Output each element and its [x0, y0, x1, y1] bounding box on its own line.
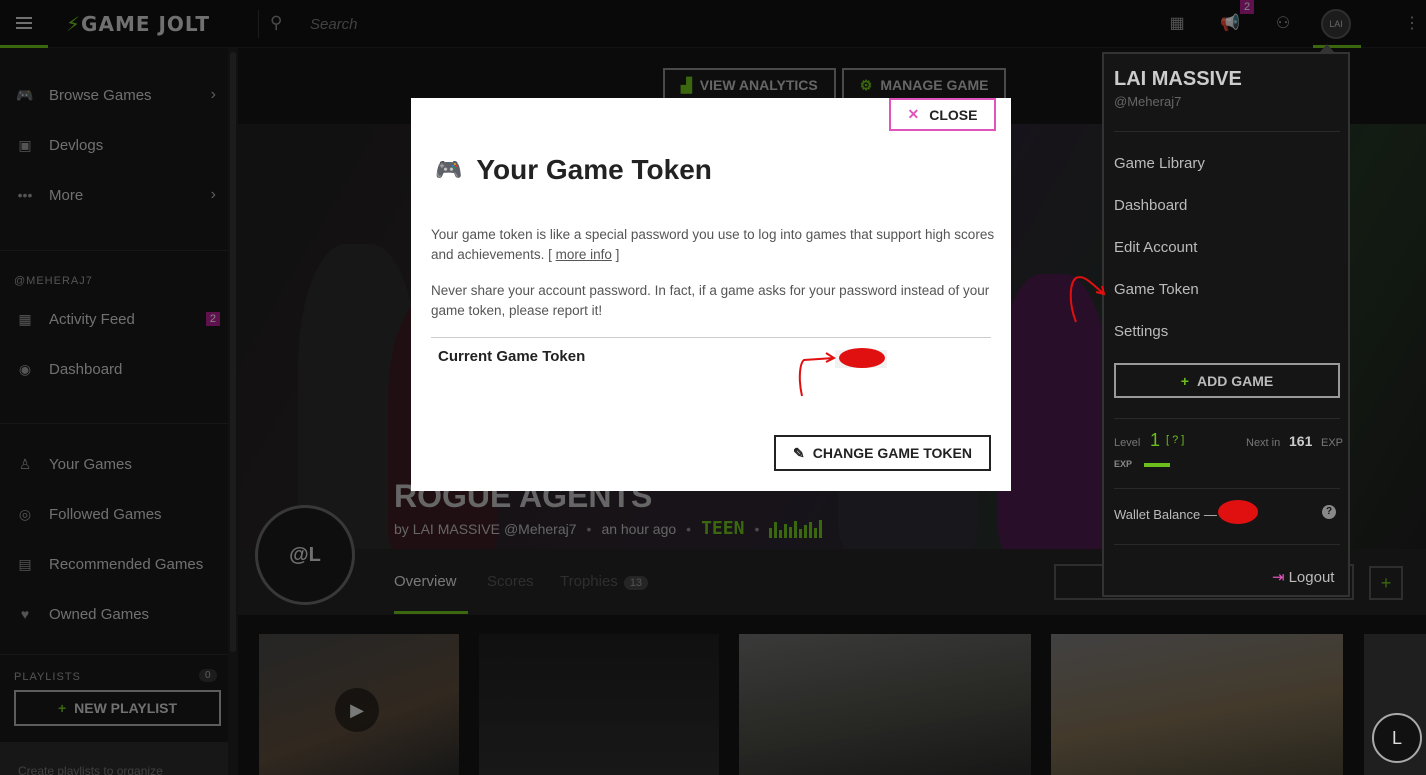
menu-item-dashboard[interactable]: Dashboard: [1114, 197, 1187, 214]
pencil-icon: ✎: [793, 444, 805, 461]
menu-divider: [1114, 544, 1340, 545]
annotation-arrow: [1069, 276, 1106, 323]
token-redaction-scribble: [839, 348, 885, 368]
menu-item-game-token[interactable]: Game Token: [1114, 281, 1199, 298]
token-description: Your game token is like a special passwo…: [431, 225, 996, 265]
add-game-button[interactable]: + ADD GAME: [1114, 363, 1340, 398]
logout-button[interactable]: ⇥ Logout: [1272, 568, 1334, 586]
dropdown-arrow: [1320, 44, 1334, 52]
exp-badge-icon: EXP: [1114, 459, 1133, 469]
menu-divider: [1114, 418, 1340, 419]
close-icon: ✕: [907, 106, 920, 122]
current-token-label: Current Game Token: [438, 348, 586, 365]
close-label: CLOSE: [929, 106, 978, 123]
level-label: Level: [1114, 437, 1141, 449]
more-info-link[interactable]: more info: [556, 247, 612, 262]
annotation-arrow: [798, 352, 837, 397]
exp-progress-bar: [1144, 463, 1170, 467]
token-description-text: Your game token is like a special passwo…: [431, 227, 995, 262]
add-game-label: ADD GAME: [1196, 372, 1274, 389]
plus-icon: +: [1180, 372, 1189, 389]
password-warning: Never share your account password. In fa…: [431, 283, 990, 318]
user-handle: @Meheraj7: [1114, 94, 1182, 109]
close-button[interactable]: ✕ CLOSE: [889, 98, 996, 131]
game-token-modal: ✕ CLOSE 🎮 Your Game Token Your game token …: [411, 98, 1011, 491]
change-game-token-button[interactable]: ✎ CHANGE GAME TOKEN: [774, 435, 991, 471]
token-description-end: ]: [615, 247, 620, 262]
logout-label: Logout: [1288, 569, 1335, 586]
wallet-redaction-scribble: [1218, 500, 1258, 524]
modal-divider: [431, 337, 991, 338]
chat-bubble-button[interactable]: L: [1372, 713, 1422, 763]
help-icon[interactable]: ?: [1322, 505, 1336, 519]
menu-divider: [1114, 488, 1340, 489]
menu-divider: [1114, 131, 1340, 132]
logout-icon: ⇥: [1272, 569, 1285, 586]
exp-label: EXP: [1321, 437, 1344, 449]
change-game-token-label: CHANGE GAME TOKEN: [812, 445, 972, 461]
menu-item-game-library[interactable]: Game Library: [1114, 155, 1205, 172]
modal-title: 🎮 Your Game Token: [435, 154, 712, 186]
level-value: 1: [1150, 430, 1161, 450]
exp-needed-value: 161: [1289, 433, 1313, 449]
modal-title-text: Your Game Token: [476, 154, 712, 185]
wallet-balance: Wallet Balance —: [1114, 507, 1217, 522]
gamepad-icon: 🎮: [435, 157, 463, 182]
user-display-name[interactable]: LAI MASSIVE: [1114, 68, 1242, 91]
next-in-label: Next in: [1246, 437, 1281, 449]
menu-item-edit-account[interactable]: Edit Account: [1114, 239, 1197, 256]
level-help-link[interactable]: [ ? ]: [1166, 434, 1184, 446]
menu-item-settings[interactable]: Settings: [1114, 323, 1168, 340]
